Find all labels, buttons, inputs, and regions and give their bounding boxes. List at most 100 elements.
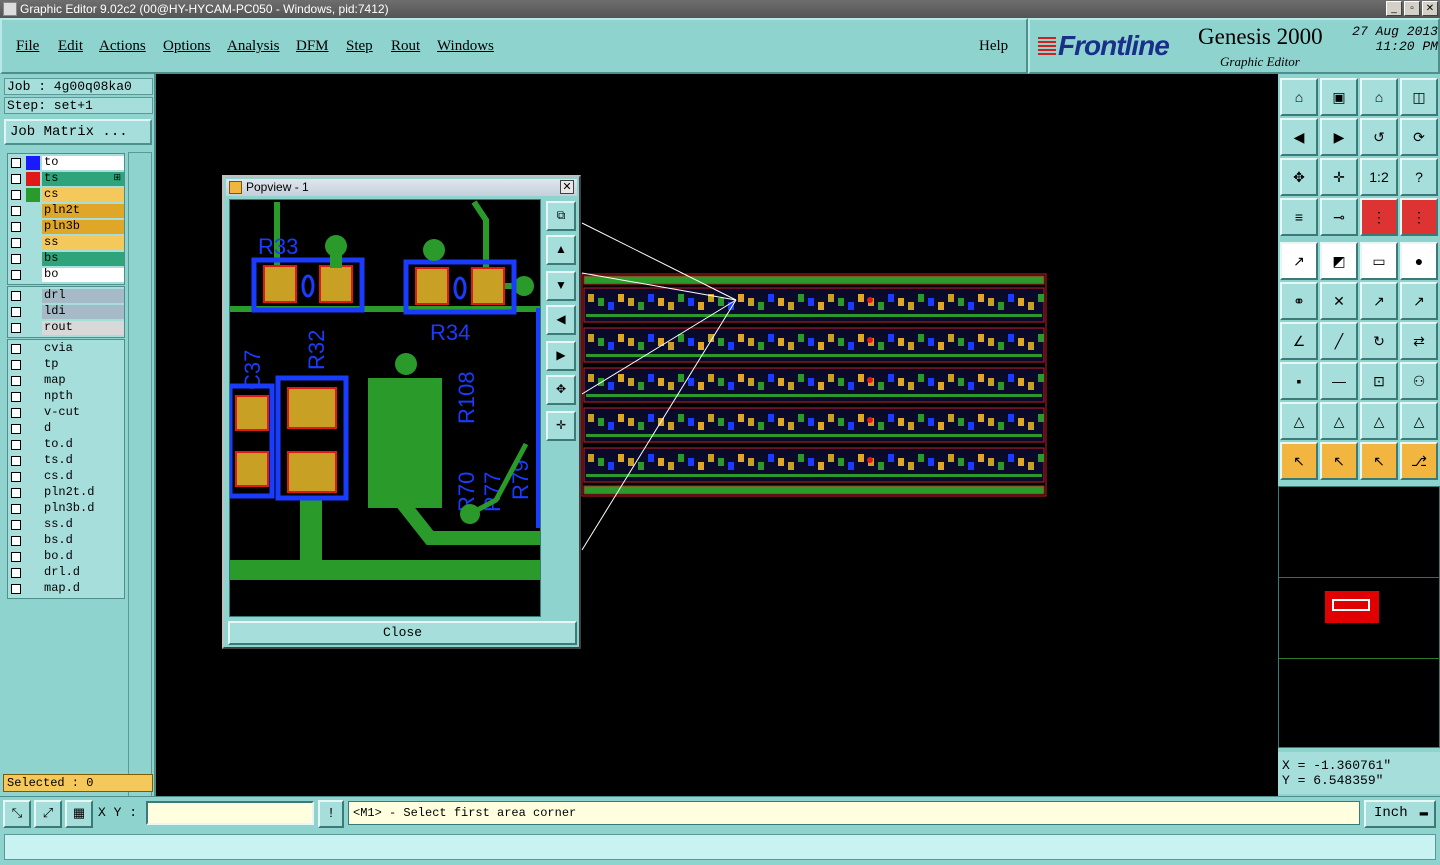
layer-name[interactable]: drl — [42, 289, 124, 303]
layer-name[interactable]: pln2t.d — [42, 486, 124, 500]
popview-pan-left-button[interactable]: ◀ — [546, 305, 576, 335]
triangle-c-button[interactable]: △ — [1360, 402, 1398, 440]
triangle-a-button[interactable]: △ — [1280, 402, 1318, 440]
job-matrix-button[interactable]: Job Matrix ... — [4, 119, 152, 145]
menu-dfm[interactable]: DFM — [296, 38, 329, 55]
layer-checkbox[interactable] — [11, 408, 21, 418]
home-button[interactable]: ⌂ — [1360, 78, 1398, 116]
layer-checkbox[interactable] — [11, 440, 21, 450]
popview-title-bar[interactable]: Popview - 1 ✕ — [226, 179, 577, 196]
overview-viewport[interactable] — [1325, 591, 1379, 623]
layer-name[interactable]: pln3b — [42, 220, 124, 234]
triangle-b-button[interactable]: △ — [1320, 402, 1358, 440]
layer-row-drl[interactable]: drl — [9, 288, 124, 304]
layer-color-swatch[interactable] — [26, 582, 40, 596]
layer-checkbox[interactable] — [11, 254, 21, 264]
overview-map[interactable] — [1278, 486, 1440, 748]
layer-row-bo-d[interactable]: bo.d — [9, 549, 124, 565]
select-net-button[interactable]: ⎇ — [1400, 442, 1438, 480]
layer-checkbox[interactable] — [11, 238, 21, 248]
layer-name[interactable]: map.d — [42, 582, 124, 596]
layer-color-swatch[interactable] — [26, 188, 40, 202]
pan-right-button[interactable]: ▶ — [1320, 118, 1358, 156]
flip-button[interactable]: ⇄ — [1400, 322, 1438, 360]
select-area-button[interactable]: ◩ — [1320, 242, 1358, 280]
add-feature-button[interactable]: ↗ — [1280, 242, 1318, 280]
layer-color-swatch[interactable] — [26, 321, 40, 335]
net-select-button[interactable]: ⋮ — [1360, 198, 1398, 236]
layer-name[interactable]: npth — [42, 390, 124, 404]
layer-name[interactable]: ss.d — [42, 518, 124, 532]
popview-zoom-out-button[interactable]: ▼ — [546, 271, 576, 301]
layer-name[interactable]: ss — [42, 236, 124, 250]
menu-file[interactable]: File — [16, 38, 39, 55]
scale-1-2-button[interactable]: 1:2 — [1360, 158, 1398, 196]
layer-row-ldi[interactable]: ldi — [9, 304, 124, 320]
triangle-d-button[interactable]: △ — [1400, 402, 1438, 440]
pad-group-button[interactable]: ⚇ — [1400, 362, 1438, 400]
measure-button[interactable]: ⊸ — [1320, 198, 1358, 236]
layer-checkbox[interactable] — [11, 206, 21, 216]
layer-row-bo[interactable]: bo — [9, 267, 124, 283]
zoom-center-button[interactable]: ✛ — [1320, 158, 1358, 196]
line-button[interactable]: ╱ — [1320, 322, 1358, 360]
layer-checkbox[interactable] — [11, 520, 21, 530]
layer-name[interactable]: bs — [42, 252, 124, 266]
layer-color-swatch[interactable] — [26, 252, 40, 266]
layer-row-bs-d[interactable]: bs.d — [9, 533, 124, 549]
layer-row-cs-d[interactable]: cs.d — [9, 469, 124, 485]
layer-checkbox[interactable] — [11, 291, 21, 301]
popview-fit-button[interactable]: ✥ — [546, 375, 576, 405]
grid-icon[interactable]: ▦ — [65, 800, 93, 828]
popview-center-button[interactable]: ✛ — [546, 411, 576, 441]
zoom-window-button[interactable]: ▣ — [1320, 78, 1358, 116]
pad-select-button[interactable]: ● — [1400, 242, 1438, 280]
layer-row-d[interactable]: d — [9, 421, 124, 437]
layer-name[interactable]: ts.d — [42, 454, 124, 468]
menu-actions[interactable]: Actions — [99, 38, 146, 55]
layer-row-map[interactable]: map — [9, 373, 124, 389]
pad-move-button[interactable]: ▪ — [1280, 362, 1318, 400]
layer-row-pln2t-d[interactable]: pln2t.d — [9, 485, 124, 501]
layer-color-swatch[interactable] — [26, 289, 40, 303]
popview-canvas[interactable]: R33 R34 C37 R32 R108 R70 R77 R79 — [229, 199, 541, 617]
measure-icon[interactable]: ⤢ — [34, 800, 62, 828]
pan-left-button[interactable]: ◀ — [1280, 118, 1318, 156]
layer-checkbox[interactable] — [11, 307, 21, 317]
layer-checkbox[interactable] — [11, 488, 21, 498]
minimize-button[interactable]: _ — [1386, 1, 1402, 16]
layer-row-cvia[interactable]: cvia — [9, 341, 124, 357]
menu-rout[interactable]: Rout — [391, 38, 420, 55]
layer-checkbox[interactable] — [11, 174, 21, 184]
layer-checkbox[interactable] — [11, 222, 21, 232]
layer-row-ss-d[interactable]: ss.d — [9, 517, 124, 533]
layer-name[interactable]: cvia — [42, 342, 124, 356]
layer-row-to-d[interactable]: to.d — [9, 437, 124, 453]
layer-color-swatch[interactable] — [26, 305, 40, 319]
layer-name[interactable]: ts — [42, 172, 124, 186]
layer-name[interactable]: d — [42, 422, 124, 436]
layer-row-map-d[interactable]: map.d — [9, 581, 124, 597]
close-window-button[interactable]: ✕ — [1422, 1, 1438, 16]
layer-more-icon[interactable]: ⊞ — [113, 172, 121, 183]
popview-close-icon[interactable]: ✕ — [560, 180, 574, 194]
layer-checkbox[interactable] — [11, 392, 21, 402]
xy-input[interactable] — [146, 801, 314, 825]
layer-checkbox[interactable] — [11, 360, 21, 370]
layer-color-swatch[interactable] — [26, 358, 40, 372]
layer-row-v-cut[interactable]: v-cut — [9, 405, 124, 421]
layer-color-swatch[interactable] — [26, 268, 40, 282]
connect-button[interactable]: ⚭ — [1280, 282, 1318, 320]
layer-list-scrollbar[interactable] — [128, 152, 152, 822]
menu-windows[interactable]: Windows — [437, 38, 494, 55]
layer-name[interactable]: tp — [42, 358, 124, 372]
layer-checkbox[interactable] — [11, 584, 21, 594]
layer-row-cs[interactable]: cs — [9, 187, 124, 203]
layer-row-npth[interactable]: npth — [9, 389, 124, 405]
layer-name[interactable]: pln3b.d — [42, 502, 124, 516]
ruler-button[interactable]: ▭ — [1360, 242, 1398, 280]
popview-zoom-view[interactable]: R33 R34 C37 R32 R108 R70 R77 R79 — [230, 200, 541, 617]
popview-zoom-window-button[interactable]: ⧉ — [546, 201, 576, 231]
layer-row-bs[interactable]: bs — [9, 251, 124, 267]
layer-color-swatch[interactable] — [26, 486, 40, 500]
